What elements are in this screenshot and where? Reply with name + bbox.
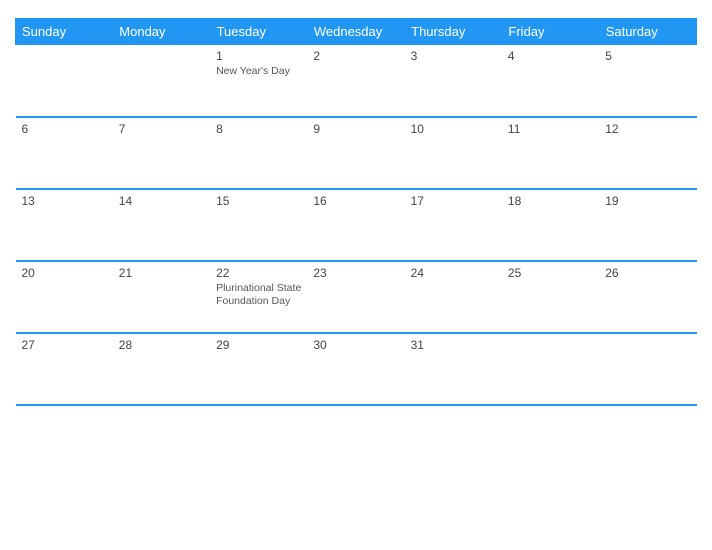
calendar-cell: 4 — [502, 45, 599, 117]
calendar-cell — [16, 45, 113, 117]
day-number: 3 — [411, 49, 496, 63]
day-number: 21 — [119, 266, 204, 280]
calendar-cell: 2 — [307, 45, 404, 117]
day-number: 20 — [22, 266, 107, 280]
day-number: 27 — [22, 338, 107, 352]
calendar-cell: 30 — [307, 333, 404, 405]
calendar-cell: 10 — [405, 117, 502, 189]
calendar-cell: 17 — [405, 189, 502, 261]
calendar-cell — [502, 333, 599, 405]
week-row-1: 1 New Year's Day 2345 — [16, 45, 697, 117]
holiday-name: Plurinational State Foundation Day — [216, 282, 301, 309]
calendar-cell: 6 — [16, 117, 113, 189]
day-number: 16 — [313, 194, 398, 208]
calendar-cell: 26 — [599, 261, 696, 333]
weekday-header-wednesday: Wednesday — [307, 19, 404, 45]
day-number: 31 — [411, 338, 496, 352]
calendar-cell: 29 — [210, 333, 307, 405]
day-number: 9 — [313, 122, 398, 136]
day-number: 13 — [22, 194, 107, 208]
day-number: 10 — [411, 122, 496, 136]
day-number: 17 — [411, 194, 496, 208]
calendar-cell: 9 — [307, 117, 404, 189]
calendar-cell: 7 — [113, 117, 210, 189]
day-number: 8 — [216, 122, 301, 136]
week-row-5: 27 28 29 30 31 — [16, 333, 697, 405]
weekday-header-tuesday: Tuesday — [210, 19, 307, 45]
week-row-3: 13 14 15 16 17 18 19 — [16, 189, 697, 261]
calendar-cell: 14 — [113, 189, 210, 261]
day-number: 2 — [313, 49, 398, 63]
calendar-cell: 25 — [502, 261, 599, 333]
day-number: 5 — [605, 49, 690, 63]
day-number: 30 — [313, 338, 398, 352]
calendar-cell: 5 — [599, 45, 696, 117]
weekday-header-friday: Friday — [502, 19, 599, 45]
day-number: 4 — [508, 49, 593, 63]
weekday-header-saturday: Saturday — [599, 19, 696, 45]
day-number: 26 — [605, 266, 690, 280]
day-number: 14 — [119, 194, 204, 208]
calendar-cell: 21 — [113, 261, 210, 333]
calendar-cell: 11 — [502, 117, 599, 189]
day-number: 29 — [216, 338, 301, 352]
holiday-name: New Year's Day — [216, 65, 301, 79]
calendar-cell: 3 — [405, 45, 502, 117]
day-number: 6 — [22, 122, 107, 136]
calendar-wrapper: SundayMondayTuesdayWednesdayThursdayFrid… — [0, 0, 712, 550]
day-number: 7 — [119, 122, 204, 136]
calendar-cell: 22 Plurinational State Foundation Day — [210, 261, 307, 333]
weekday-header-sunday: Sunday — [16, 19, 113, 45]
calendar-cell: 23 — [307, 261, 404, 333]
day-number: 12 — [605, 122, 690, 136]
day-number: 24 — [411, 266, 496, 280]
calendar-cell: 12 — [599, 117, 696, 189]
calendar-thead: SundayMondayTuesdayWednesdayThursdayFrid… — [16, 19, 697, 45]
calendar-cell: 24 — [405, 261, 502, 333]
calendar-cell: 31 — [405, 333, 502, 405]
calendar-cell: 15 — [210, 189, 307, 261]
calendar-cell: 28 — [113, 333, 210, 405]
calendar-cell: 16 — [307, 189, 404, 261]
calendar-cell: 18 — [502, 189, 599, 261]
day-number: 23 — [313, 266, 398, 280]
calendar-cell — [599, 333, 696, 405]
calendar-cell: 1 New Year's Day — [210, 45, 307, 117]
calendar-cell: 20 — [16, 261, 113, 333]
week-row-4: 20 21 22 Plurinational State Foundation Day… — [16, 261, 697, 333]
calendar-cell: 19 — [599, 189, 696, 261]
day-number: 11 — [508, 122, 593, 136]
calendar-cell — [113, 45, 210, 117]
weekday-header-row: SundayMondayTuesdayWednesdayThursdayFrid… — [16, 19, 697, 45]
day-number: 15 — [216, 194, 301, 208]
calendar-cell: 27 — [16, 333, 113, 405]
calendar-cell: 8 — [210, 117, 307, 189]
day-number: 1 — [216, 49, 301, 63]
day-number: 19 — [605, 194, 690, 208]
calendar-table: SundayMondayTuesdayWednesdayThursdayFrid… — [15, 18, 697, 406]
week-row-2: 6789 10 11 12 — [16, 117, 697, 189]
day-number: 25 — [508, 266, 593, 280]
day-number: 22 — [216, 266, 301, 280]
day-number: 28 — [119, 338, 204, 352]
calendar-tbody: 1New Year's Day2345678910111213141516171… — [16, 45, 697, 405]
calendar-cell: 13 — [16, 189, 113, 261]
day-number: 18 — [508, 194, 593, 208]
weekday-header-thursday: Thursday — [405, 19, 502, 45]
weekday-header-monday: Monday — [113, 19, 210, 45]
